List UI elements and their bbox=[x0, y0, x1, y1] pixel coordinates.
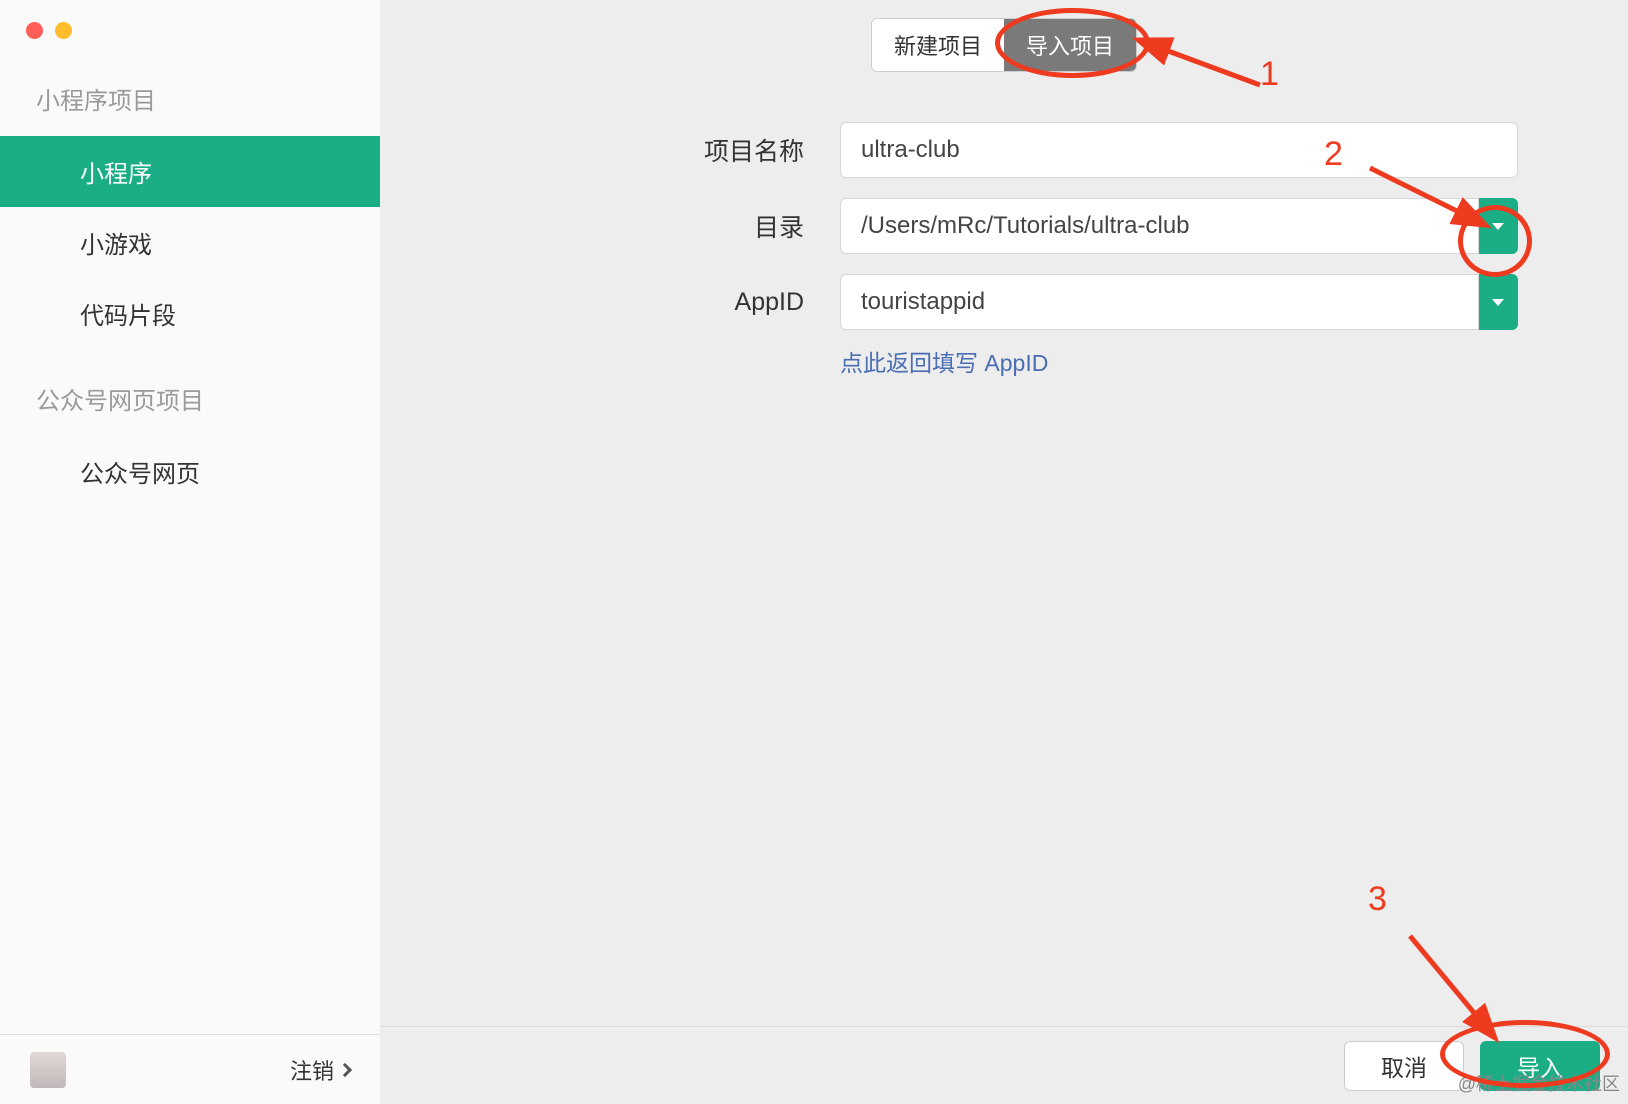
sidebar-bottom-bar: 注销 bbox=[0, 1034, 380, 1104]
row-project-name: 项目名称 bbox=[540, 122, 1518, 178]
sidebar-item-officialaccount-web[interactable]: 公众号网页 bbox=[0, 436, 380, 507]
directory-label: 目录 bbox=[540, 208, 840, 244]
sidebar-item-minigame[interactable]: 小游戏 bbox=[0, 207, 380, 278]
app-window: 小程序项目 小程序 小游戏 代码片段 公众号网页项目 公众号网页 注销 新建项目… bbox=[0, 0, 1628, 1104]
project-name-label: 项目名称 bbox=[540, 132, 840, 168]
row-appid: AppID bbox=[540, 274, 1518, 330]
sidebar: 小程序项目 小程序 小游戏 代码片段 公众号网页项目 公众号网页 注销 bbox=[0, 0, 380, 1104]
sidebar-item-label: 小游戏 bbox=[80, 232, 152, 259]
row-directory: 目录 bbox=[540, 198, 1518, 254]
tabs: 新建项目 导入项目 bbox=[380, 0, 1628, 72]
tab-import-project[interactable]: 导入项目 bbox=[1004, 19, 1136, 71]
traffic-lights bbox=[0, 0, 380, 61]
project-name-input[interactable] bbox=[840, 122, 1518, 178]
appid-dropdown-button[interactable] bbox=[1479, 274, 1518, 330]
tab-label: 导入项目 bbox=[1026, 34, 1114, 59]
appid-label: AppID bbox=[540, 288, 840, 317]
appid-input[interactable] bbox=[840, 274, 1479, 330]
chevron-right-icon bbox=[338, 1062, 352, 1076]
footer-bar: 取消 导入 bbox=[380, 1026, 1628, 1104]
tab-new-project[interactable]: 新建项目 bbox=[872, 19, 1004, 71]
cancel-button[interactable]: 取消 bbox=[1344, 1041, 1464, 1091]
tab-group: 新建项目 导入项目 bbox=[871, 18, 1137, 72]
directory-dropdown-button[interactable] bbox=[1479, 198, 1518, 254]
import-button[interactable]: 导入 bbox=[1480, 1041, 1600, 1091]
chevron-down-icon bbox=[1492, 223, 1504, 230]
minimize-window-icon[interactable] bbox=[55, 22, 72, 39]
import-form: 项目名称 目录 AppID 点此返回填写 AppI bbox=[380, 72, 1628, 378]
avatar[interactable] bbox=[30, 1052, 66, 1088]
sidebar-section-miniprogram: 小程序项目 bbox=[0, 61, 380, 136]
chevron-down-icon bbox=[1492, 299, 1504, 306]
close-window-icon[interactable] bbox=[26, 22, 43, 39]
directory-input[interactable] bbox=[840, 198, 1479, 254]
sidebar-item-snippet[interactable]: 代码片段 bbox=[0, 278, 380, 349]
tab-label: 新建项目 bbox=[894, 34, 982, 59]
main-panel: 新建项目 导入项目 项目名称 目录 AppID bbox=[380, 0, 1628, 1104]
sidebar-item-label: 公众号网页 bbox=[80, 461, 200, 488]
row-appid-link: 点此返回填写 AppID bbox=[540, 344, 1518, 378]
appid-return-link[interactable]: 点此返回填写 AppID bbox=[840, 350, 1048, 376]
sidebar-section-officialaccount: 公众号网页项目 bbox=[0, 361, 380, 436]
sidebar-item-label: 代码片段 bbox=[80, 303, 176, 330]
sidebar-item-miniprogram[interactable]: 小程序 bbox=[0, 136, 380, 207]
sidebar-item-label: 小程序 bbox=[80, 161, 152, 188]
logout-label: 注销 bbox=[290, 1054, 334, 1086]
logout-link[interactable]: 注销 bbox=[290, 1054, 350, 1086]
